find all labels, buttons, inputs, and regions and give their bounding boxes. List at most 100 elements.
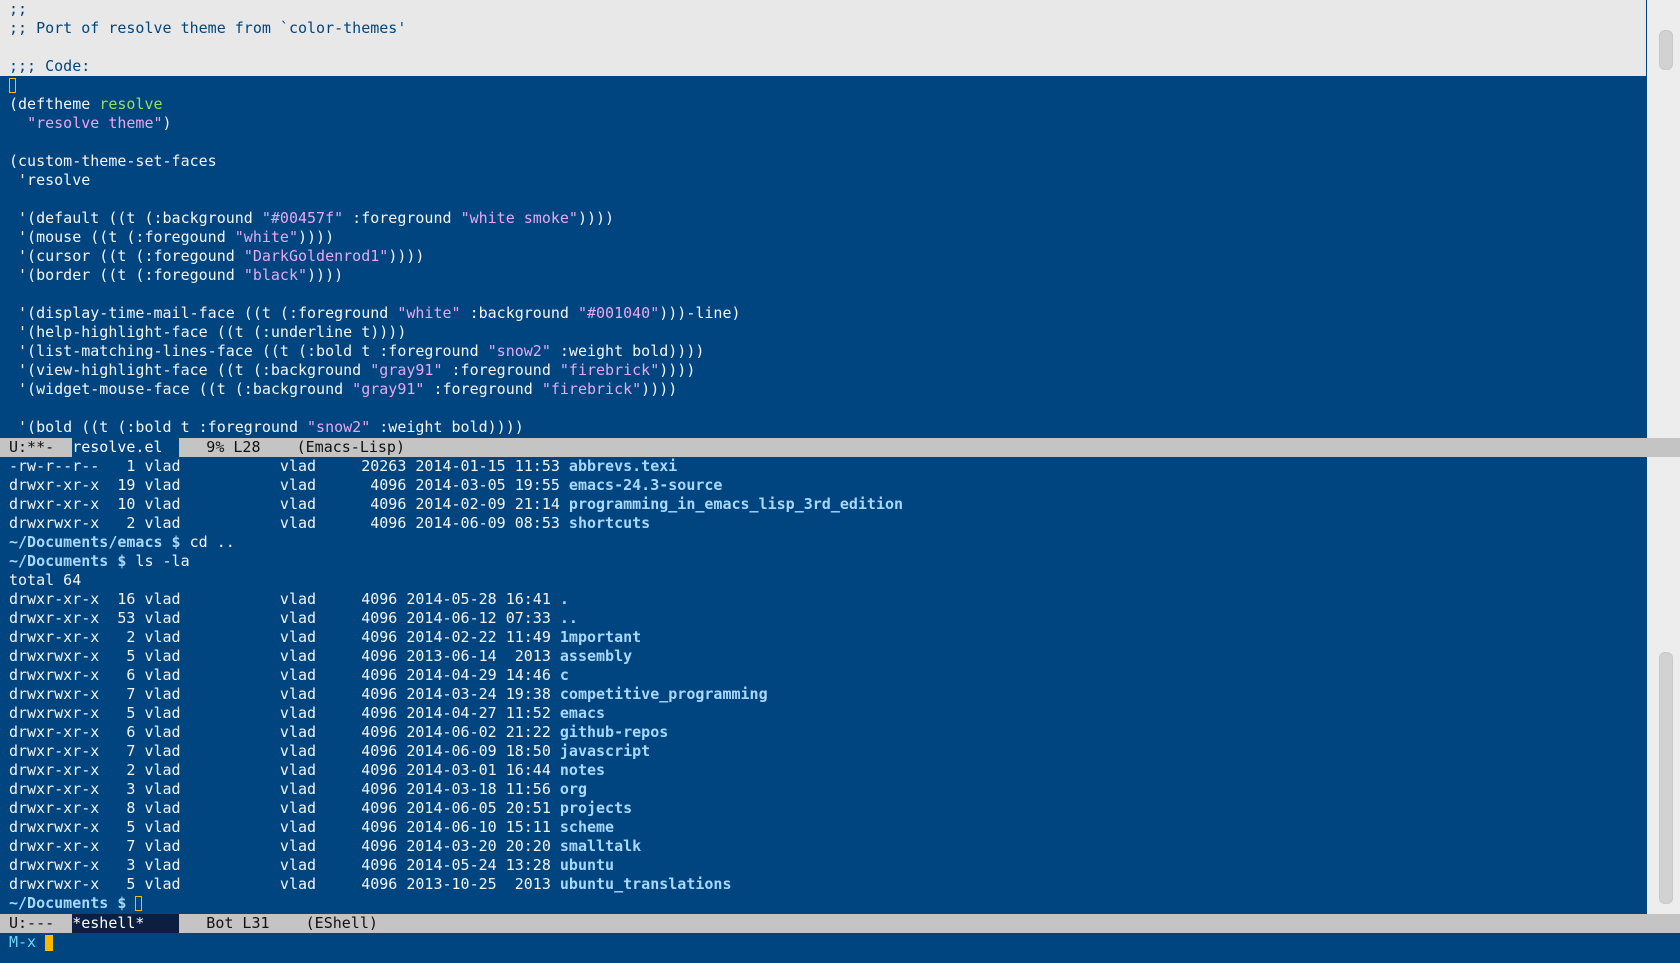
editor-scrollbar-thumb[interactable] xyxy=(1659,30,1673,70)
code-line: '(default ((t (:background "#00457f" :fo… xyxy=(0,209,1646,228)
file-meta: drwxr-xr-x 3 vlad vlad 4096 2014-03-18 1… xyxy=(9,780,560,798)
code-token: )))) xyxy=(641,380,678,398)
file-listing-row: -rw-r--r-- 1 vlad vlad 20263 2014-01-15 … xyxy=(0,457,1646,476)
file-listing-row: drwxr-xr-x 2 vlad vlad 4096 2014-03-01 1… xyxy=(0,761,1646,780)
shell-prompt: ~/Documents/emacs $ xyxy=(9,533,181,551)
code-token: )))) xyxy=(307,266,344,284)
file-listing-row: drwxr-xr-x 19 vlad vlad 4096 2014-03-05 … xyxy=(0,476,1646,495)
code-token: :weight bold)))) xyxy=(550,342,705,360)
file-name[interactable]: c xyxy=(560,666,569,684)
string-token: "white smoke" xyxy=(460,209,578,227)
file-meta: drwxrwxr-x 5 vlad vlad 4096 2013-10-25 2… xyxy=(9,875,560,893)
code-token: '(mouse ((t (:foregound xyxy=(9,228,235,246)
code-line: '(view-highlight-face ((t (:background "… xyxy=(0,361,1646,380)
shell-command: ls -la xyxy=(126,552,190,570)
shell-command-line: ~/Documents/emacs $ cd .. xyxy=(0,533,1646,552)
file-name[interactable]: emacs xyxy=(560,704,605,722)
code-token: 'resolve xyxy=(9,171,91,189)
buffer-name[interactable]: resolve.el xyxy=(72,438,180,457)
file-listing-row: drwxrwxr-x 3 vlad vlad 4096 2014-05-24 1… xyxy=(0,856,1646,875)
file-name[interactable]: . xyxy=(560,590,569,608)
code-line xyxy=(0,76,1646,95)
shell-prompt-line[interactable]: ~/Documents $ xyxy=(0,894,1646,913)
eshell-scrollbar-thumb[interactable] xyxy=(1659,652,1673,904)
code-line: ;; xyxy=(9,0,28,18)
file-meta: drwxr-xr-x 6 vlad vlad 4096 2014-06-02 2… xyxy=(9,723,560,741)
code-token: '(default ((t (:background xyxy=(9,209,262,227)
file-meta: drwxr-xr-x 53 vlad vlad 4096 2014-06-12 … xyxy=(9,609,560,627)
file-meta: drwxrwxr-x 7 vlad vlad 4096 2014-03-24 1… xyxy=(9,685,560,703)
code-token: '(widget-mouse-face ((t (:background xyxy=(9,380,353,398)
major-mode[interactable]: (EShell) xyxy=(306,914,378,932)
file-meta: drwxrwxr-x 5 vlad vlad 4096 2014-04-27 1… xyxy=(9,704,560,722)
code-token: )))) xyxy=(298,228,335,246)
eshell-mode-line: U:--- *eshell* Bot L31 (EShell) xyxy=(0,914,1680,933)
code-token: :foreground xyxy=(343,209,461,227)
code-line: '(display-time-mail-face ((t (:foregroun… xyxy=(0,304,1646,323)
file-name[interactable]: ubuntu_translations xyxy=(560,875,732,893)
file-name[interactable]: github-repos xyxy=(560,723,668,741)
code-line: ;; Port of resolve theme from `color-the… xyxy=(9,19,407,37)
file-name[interactable]: ubuntu xyxy=(560,856,614,874)
file-listing-row: drwxr-xr-x 16 vlad vlad 4096 2014-05-28 … xyxy=(0,590,1646,609)
eshell-scrollbar[interactable] xyxy=(1647,457,1680,914)
shell-output-line: total 64 xyxy=(9,571,82,589)
code-line: '(bold ((t (:bold t :foreground "snow2" … xyxy=(0,418,1646,437)
file-listing-row: drwxrwxr-x 5 vlad vlad 4096 2014-04-27 1… xyxy=(0,704,1646,723)
file-name[interactable]: emacs-24.3-source xyxy=(569,476,723,494)
minibuffer-cursor xyxy=(45,934,54,951)
code-editor-pane[interactable]: ;; ;; Port of resolve theme from `color-… xyxy=(0,0,1646,438)
file-meta: drwxr-xr-x 16 vlad vlad 4096 2014-05-28 … xyxy=(9,590,560,608)
file-listing-row: drwxr-xr-x 53 vlad vlad 4096 2014-06-12 … xyxy=(0,609,1646,628)
file-name[interactable]: smalltalk xyxy=(560,837,641,855)
file-name[interactable]: programming_in_emacs_lisp_3rd_edition xyxy=(569,495,903,513)
file-listing-row: drwxrwxr-x 5 vlad vlad 4096 2013-10-25 2… xyxy=(0,875,1646,894)
shell-prompt: ~/Documents $ xyxy=(9,552,127,570)
major-mode[interactable]: (Emacs-Lisp) xyxy=(297,438,405,456)
file-name[interactable]: 1mportant xyxy=(560,628,641,646)
shell-command-line: ~/Documents $ ls -la xyxy=(0,552,1646,571)
buffer-position: 9% L28 xyxy=(179,438,297,456)
file-name[interactable]: scheme xyxy=(560,818,614,836)
code-token: :foreground xyxy=(442,361,560,379)
code-token: :weight bold)))) xyxy=(370,418,524,436)
buffer-name[interactable]: *eshell* xyxy=(72,914,180,933)
file-name[interactable]: competitive_programming xyxy=(560,685,768,703)
code-token: '(border ((t (:foregound xyxy=(9,266,244,284)
code-line: ;;; Code: xyxy=(9,57,91,75)
file-name[interactable]: .. xyxy=(560,609,578,627)
file-name[interactable]: assembly xyxy=(560,647,632,665)
code-body: (deftheme resolve "resolve theme") (custo… xyxy=(0,76,1646,437)
file-name[interactable]: org xyxy=(560,780,587,798)
eshell-pane[interactable]: -rw-r--r-- 1 vlad vlad 20263 2014-01-15 … xyxy=(0,457,1646,914)
file-name[interactable]: javascript xyxy=(560,742,650,760)
file-name[interactable]: shortcuts xyxy=(569,514,650,532)
file-meta: drwxr-xr-x 19 vlad vlad 4096 2014-03-05 … xyxy=(9,476,569,494)
string-token: "gray91" xyxy=(352,380,425,398)
code-header-region: ;; ;; Port of resolve theme from `color-… xyxy=(0,0,1646,76)
code-token: '(list-matching-lines-face ((t (:bold t … xyxy=(9,342,488,360)
code-token: )))) xyxy=(577,209,615,227)
buffer-position: Bot L31 xyxy=(179,914,306,932)
file-name[interactable]: abbrevs.texi xyxy=(569,457,677,475)
file-listing-row: drwxr-xr-x 7 vlad vlad 4096 2014-03-20 2… xyxy=(0,837,1646,856)
code-token: '(help-highlight-face ((t (:underline t)… xyxy=(9,323,407,341)
code-token: '(cursor ((t (:foregound xyxy=(9,247,244,265)
buffer-status: U:**- xyxy=(9,438,73,456)
minibuffer[interactable]: M-x xyxy=(0,933,1680,963)
string-token: "DarkGoldenrod1" xyxy=(243,247,389,265)
editor-mode-line: U:**- resolve.el 9% L28 (Emacs-Lisp) xyxy=(0,438,1680,457)
code-token: (deftheme xyxy=(9,95,100,113)
code-token: '(display-time-mail-face ((t (:foregroun… xyxy=(9,304,398,322)
editor-scrollbar[interactable] xyxy=(1647,0,1680,438)
file-listing-row: drwxrwxr-x 6 vlad vlad 4096 2014-04-29 1… xyxy=(0,666,1646,685)
string-token: "#001040" xyxy=(577,304,660,322)
code-line: '(mouse ((t (:foregound "white")))) xyxy=(0,228,1646,247)
file-name[interactable]: notes xyxy=(560,761,605,779)
code-token: )))) xyxy=(659,361,696,379)
file-name[interactable]: projects xyxy=(560,799,632,817)
file-listing-row: drwxrwxr-x 2 vlad vlad 4096 2014-06-09 0… xyxy=(0,514,1646,533)
